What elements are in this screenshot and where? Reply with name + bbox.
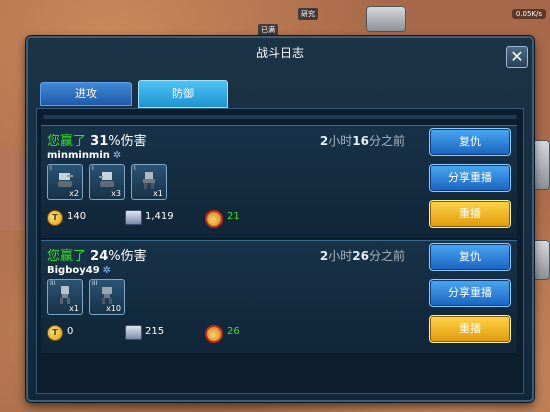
troop-count: x1 — [69, 304, 79, 313]
medal-amount: 21 — [227, 211, 240, 222]
battle-log-dialog: 战斗日志 ✕ 进攻 防御 您赢了 31%伤害 minminmin ✲ 2小时16分… — [26, 36, 534, 402]
troop-rank: I — [50, 165, 52, 172]
gold-amount: 140 — [67, 211, 87, 222]
troop-slot: I x2 — [47, 164, 83, 200]
gold-icon: T — [47, 210, 63, 226]
damage-suffix: %伤害 — [108, 134, 147, 149]
time-hours: 2 — [319, 134, 329, 148]
base-building — [532, 140, 550, 190]
alloy-amount: 215 — [145, 326, 165, 337]
alloy-icon — [125, 325, 142, 340]
troop-slot: I x3 — [89, 164, 125, 200]
replay-button[interactable]: 重播 — [429, 315, 511, 343]
medal-icon — [205, 325, 223, 343]
gold-icon: T — [47, 325, 63, 341]
damage-percent: 24 — [90, 249, 109, 264]
time-hours-unit: 小时 — [328, 249, 353, 263]
battle-entry: 您赢了 24%伤害 Bigboy49 ✲ 2小时26分之前 III x1 III … — [41, 240, 517, 354]
base-building — [366, 6, 406, 32]
time-hours-unit: 小时 — [328, 134, 353, 148]
alliance-gear-icon: ✲ — [102, 265, 112, 276]
troop-rank: I — [134, 165, 136, 172]
battle-list[interactable]: 您赢了 31%伤害 minminmin ✲ 2小时16分之前 I x2 I x3 … — [36, 108, 524, 394]
troop-count: x10 — [106, 304, 121, 313]
troop-count: x1 — [153, 189, 163, 198]
result-label: 您赢了 — [47, 249, 87, 264]
damage-percent: 31 — [90, 134, 109, 149]
time-ago: 2小时26分之前 — [320, 247, 405, 264]
share-replay-button[interactable]: 分享重播 — [429, 164, 511, 192]
player-name-text: minminmin — [47, 150, 110, 161]
time-hours: 2 — [319, 249, 329, 263]
network-speed: 0.05K/s — [511, 9, 546, 19]
damage-suffix: %伤害 — [108, 249, 147, 264]
time-minutes: 26 — [352, 249, 369, 263]
player-name[interactable]: Bigboy49 ✲ — [47, 265, 111, 276]
time-ago: 2小时16分之前 — [320, 132, 405, 149]
tab-attack[interactable]: 进攻 — [40, 82, 132, 106]
tank-robot-icon — [99, 172, 114, 187]
walker-robot-icon — [60, 286, 70, 304]
revenge-button[interactable]: 复仇 — [429, 128, 511, 156]
troop-slot: I x1 — [131, 164, 167, 200]
player-name-text: Bigboy49 — [47, 265, 100, 276]
battle-result: 您赢了 24%伤害 — [47, 245, 147, 264]
alloy-amount: 1,419 — [145, 211, 174, 222]
time-minutes: 16 — [352, 134, 369, 148]
list-top-edge — [43, 115, 517, 119]
troop-slot: III x1 — [47, 279, 83, 315]
medal-amount: 26 — [227, 326, 240, 337]
tab-defense[interactable]: 防御 — [138, 80, 228, 108]
troop-rank: III — [92, 280, 98, 287]
research-label: 研究 — [298, 8, 318, 20]
troop-count: x3 — [111, 189, 121, 198]
walker-robot-icon — [102, 287, 112, 304]
time-minutes-unit: 分之前 — [368, 134, 405, 148]
alloy-icon — [125, 210, 142, 225]
player-name[interactable]: minminmin ✲ — [47, 150, 121, 161]
tank-robot-icon — [58, 173, 73, 187]
replay-button[interactable]: 重播 — [429, 200, 511, 228]
medal-icon — [205, 210, 223, 228]
mech-robot-icon — [143, 172, 155, 189]
dialog-title: 战斗日志 — [255, 46, 304, 60]
troop-count: x2 — [69, 189, 79, 198]
revenge-button[interactable]: 复仇 — [429, 243, 511, 271]
gold-amount: 0 — [67, 326, 74, 337]
troop-rank: III — [50, 280, 56, 287]
troop-slot: III x10 — [89, 279, 125, 315]
battle-entry: 您赢了 31%伤害 minminmin ✲ 2小时16分之前 I x2 I x3 … — [41, 125, 517, 239]
alliance-gear-icon: ✲ — [112, 150, 122, 161]
base-building — [532, 240, 550, 280]
battle-result: 您赢了 31%伤害 — [47, 130, 147, 149]
share-replay-button[interactable]: 分享重播 — [429, 279, 511, 307]
result-label: 您赢了 — [47, 134, 87, 149]
storage-full-label: 已满 — [258, 24, 278, 36]
close-button[interactable]: ✕ — [506, 46, 528, 68]
time-minutes-unit: 分之前 — [368, 249, 405, 263]
troop-rank: I — [92, 165, 94, 172]
